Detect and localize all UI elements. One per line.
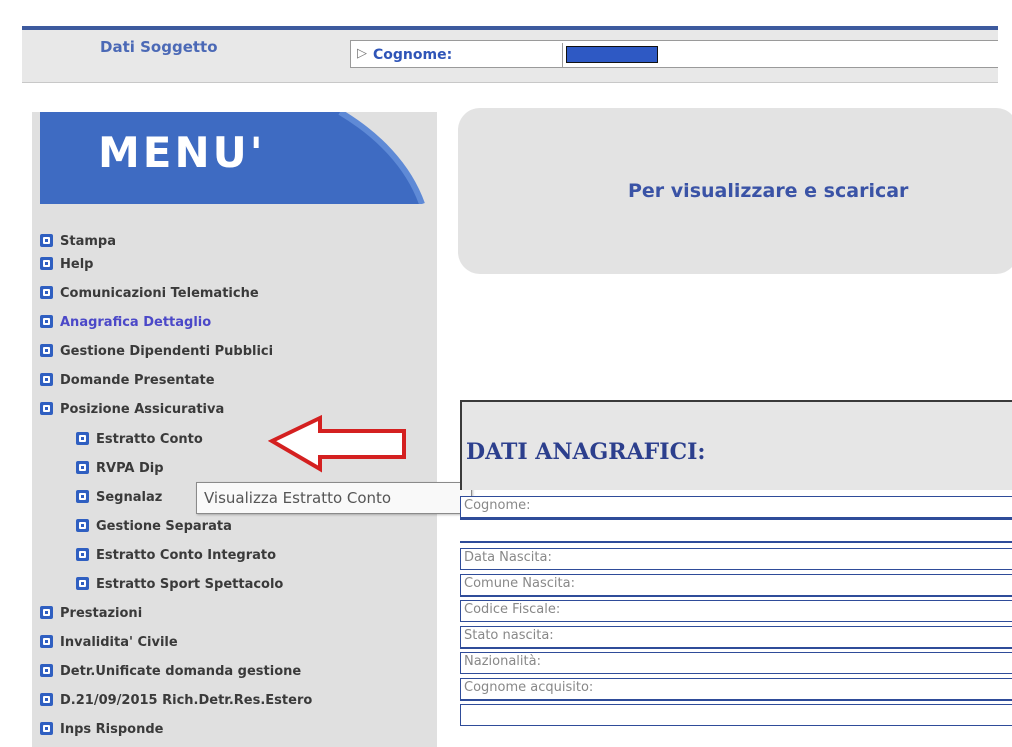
tooltip: Visualizza Estratto Conto (196, 482, 472, 514)
menu-bullet-icon (40, 606, 53, 619)
dati-anagrafici-title: DATI ANAGRAFICI: (466, 439, 706, 465)
sidebar-item-label: Domande Presentate (60, 373, 215, 388)
field-separator (460, 518, 1012, 520)
sidebar-item-label: RVPA Dip (96, 461, 164, 476)
menu-bullet-icon (40, 344, 53, 357)
sidebar-item-label: Comunicazioni Telematiche (60, 286, 259, 301)
sidebar-item-inps-risponde[interactable]: Inps Risponde (40, 721, 163, 739)
field-empty[interactable] (460, 704, 1012, 726)
menu-bullet-icon (76, 490, 89, 503)
field-divider (562, 43, 563, 67)
sidebar-item-label: Estratto Conto (96, 432, 203, 447)
menu-header: MENU' (40, 112, 435, 204)
sidebar-item-rvpa-dip[interactable]: RVPA Dip (76, 460, 164, 478)
menu-bullet-icon (40, 373, 53, 386)
menu-bullet-icon (40, 234, 53, 247)
sidebar-item-posizione-assicurativa[interactable]: Posizione Assicurativa (40, 401, 224, 419)
sidebar-item-d-21-09-2015-rich-detr-res-estero[interactable]: D.21/09/2015 Rich.Detr.Res.Estero (40, 692, 312, 710)
menu-bullet-icon (40, 722, 53, 735)
menu-bullet-icon (76, 548, 89, 561)
menu-bullet-icon (40, 286, 53, 299)
sidebar-item-gestione-dipendenti-pubblici[interactable]: Gestione Dipendenti Pubblici (40, 343, 273, 361)
menu-bullet-icon (40, 402, 53, 415)
subject-title: Dati Soggetto (100, 38, 218, 56)
menu-bullet-icon (76, 519, 89, 532)
menu-bullet-icon (40, 315, 53, 328)
field-cognome[interactable]: Cognome: (460, 496, 1012, 518)
sidebar-item-label: Stampa (60, 234, 116, 249)
banner-text: Per visualizzare e scaricar (628, 180, 909, 202)
menu-bullet-icon (40, 664, 53, 677)
sidebar-item-domande-presentate[interactable]: Domande Presentate (40, 372, 215, 390)
menu-bullet-icon (40, 257, 53, 270)
red-pointer-arrow-icon (268, 414, 406, 473)
field-comune-nascita[interactable]: Comune Nascita: (460, 574, 1012, 596)
menu-bullet-icon (76, 577, 89, 590)
dati-anagrafici-header: DATI ANAGRAFICI: (460, 400, 1012, 490)
sidebar-item-label: Segnalaz (96, 490, 163, 505)
sidebar-item-gestione-separata[interactable]: Gestione Separata (76, 518, 232, 536)
sidebar-item-label: D.21/09/2015 Rich.Detr.Res.Estero (60, 693, 313, 708)
sidebar-item-segnalaz[interactable]: Segnalaz (76, 489, 162, 507)
sidebar-item-prestazioni[interactable]: Prestazioni (40, 605, 142, 623)
sidebar-item-label: Inps Risponde (60, 722, 164, 737)
sidebar-item-estratto-conto[interactable]: Estratto Conto (76, 431, 203, 449)
field-separator (460, 541, 1012, 543)
field-codice-fiscale[interactable]: Codice Fiscale: (460, 600, 1012, 622)
field-cognome-acquisito[interactable]: Cognome acquisito: (460, 678, 1012, 700)
menu-title: MENU' (98, 128, 266, 177)
sidebar-item-estratto-conto-integrato[interactable]: Estratto Conto Integrato (76, 547, 276, 565)
sidebar-item-label: Estratto Conto Integrato (96, 548, 277, 563)
cognome-field: ▷ Cognome: (350, 40, 1003, 68)
sidebar-item-label: Prestazioni (60, 606, 143, 621)
sidebar-item-detr-unificate-domanda-gestione[interactable]: Detr.Unificate domanda gestione (40, 663, 301, 681)
field-data-nascita[interactable]: Data Nascita: (460, 548, 1012, 570)
sidebar-item-invalidita-civile[interactable]: Invalidita' Civile (40, 634, 178, 652)
sidebar-item-estratto-sport-spettacolo[interactable]: Estratto Sport Spettacolo (76, 576, 283, 594)
field-nazionalit[interactable]: Nazionalità: (460, 652, 1012, 674)
sidebar-item-label: Gestione Dipendenti Pubblici (60, 344, 274, 359)
sidebar-item-anagrafica-dettaglio[interactable]: Anagrafica Dettaglio (40, 314, 211, 332)
redacted-value (566, 46, 658, 63)
sidebar-item-label: Help (60, 257, 94, 272)
sidebar-item-label: Detr.Unificate domanda gestione (60, 664, 302, 679)
menu-bullet-icon (40, 635, 53, 648)
sidebar-item-label: Estratto Sport Spettacolo (96, 577, 284, 592)
sidebar-item-comunicazioni-telematiche[interactable]: Comunicazioni Telematiche (40, 285, 259, 303)
menu-bullet-icon (76, 461, 89, 474)
menu-bullet-icon (76, 432, 89, 445)
cognome-label: Cognome: (373, 47, 453, 63)
sidebar-item-help[interactable]: Help (40, 256, 93, 274)
sidebar-item-label: Gestione Separata (96, 519, 232, 534)
arrow-right-icon: ▷ (357, 46, 367, 61)
field-stato-nascita[interactable]: Stato nascita: (460, 626, 1012, 648)
sidebar-item-label: Posizione Assicurativa (60, 402, 225, 417)
dati-anagrafici-panel: DATI ANAGRAFICI: Cognome: Data Nascita: Co… (460, 400, 1012, 747)
sidebar-item-label: Anagrafica Dettaglio (60, 315, 212, 330)
sidebar-item-stampa[interactable]: Stampa (40, 233, 116, 251)
sidebar-item-label: Invalidita' Civile (60, 635, 178, 650)
menu-bullet-icon (40, 693, 53, 706)
